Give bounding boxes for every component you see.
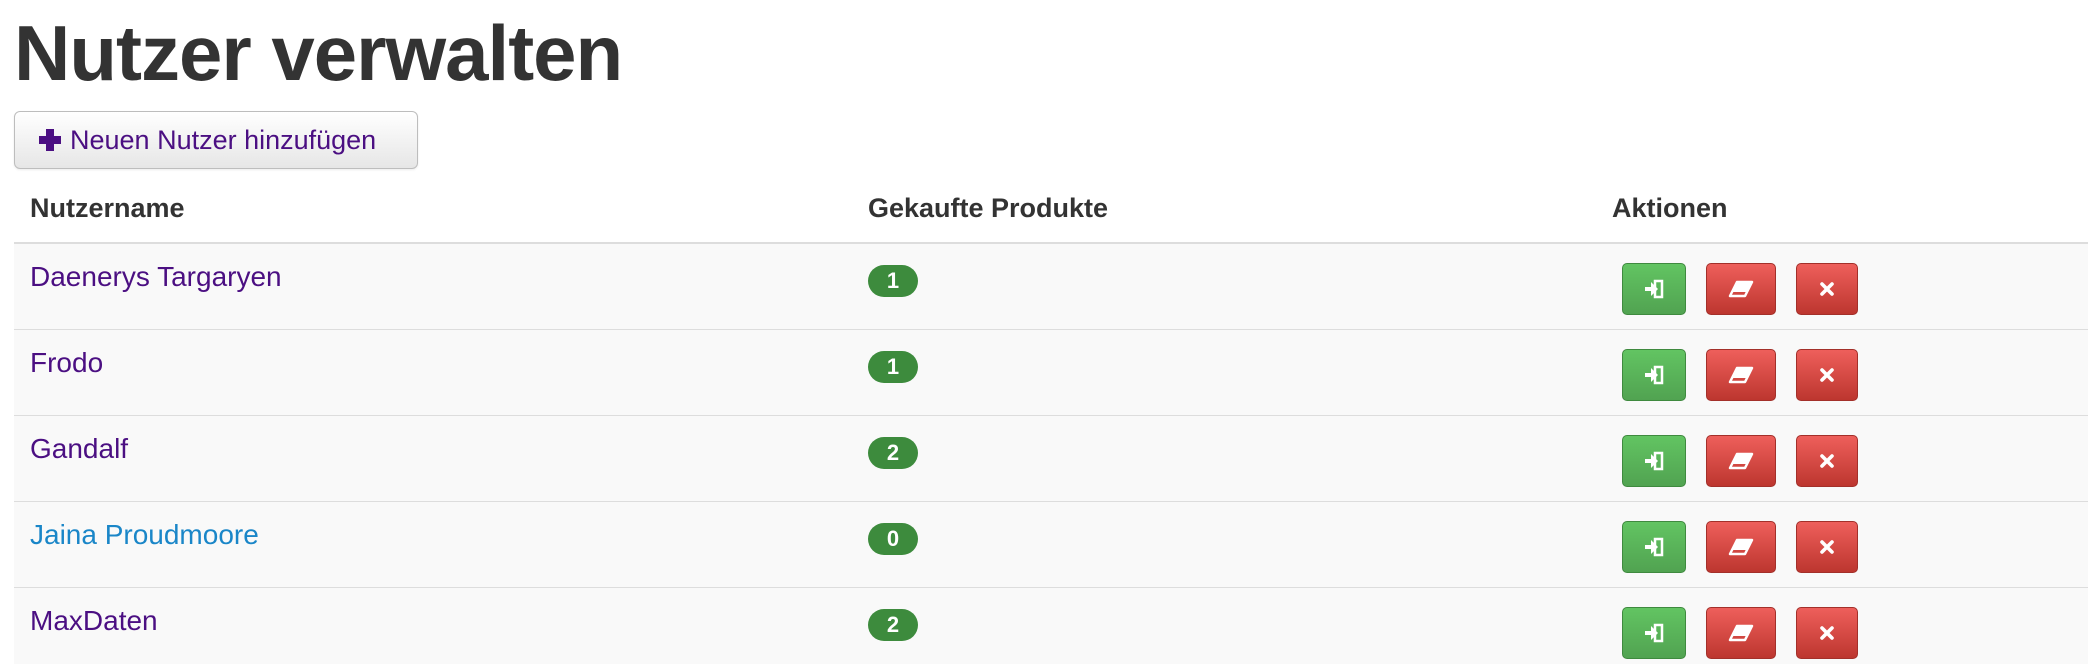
products-count-badge: 2 (868, 437, 918, 469)
close-icon (1820, 626, 1834, 640)
delete-user-button[interactable] (1796, 349, 1858, 401)
reset-user-button[interactable] (1706, 607, 1776, 659)
user-name-link[interactable]: MaxDaten (30, 604, 158, 638)
add-user-button[interactable]: Neuen Nutzer hinzufügen (14, 111, 418, 169)
login-as-user-button[interactable] (1622, 263, 1686, 315)
table-header: Nutzername Gekaufte Produkte Aktionen (14, 180, 2088, 244)
close-icon (1820, 368, 1834, 382)
eraser-icon (1728, 624, 1754, 642)
delete-user-button[interactable] (1796, 263, 1858, 315)
table-row: Gandalf 2 (14, 416, 2088, 502)
reset-user-button[interactable] (1706, 521, 1776, 573)
table-row: Jaina Proudmoore 0 (14, 502, 2088, 588)
column-header-products: Gekaufte Produkte (868, 193, 1109, 223)
user-management-page: Nutzer verwalten Neuen Nutzer hinzufügen… (0, 0, 2088, 664)
column-header-actions: Aktionen (1612, 193, 1728, 223)
delete-user-button[interactable] (1796, 607, 1858, 659)
delete-user-button[interactable] (1796, 435, 1858, 487)
login-icon (1645, 537, 1664, 557)
products-count-badge: 0 (868, 523, 918, 555)
login-as-user-button[interactable] (1622, 521, 1686, 573)
user-name-link[interactable]: Gandalf (30, 432, 128, 466)
table-row: Daenerys Targaryen 1 (14, 244, 2088, 330)
page-title: Nutzer verwalten (14, 9, 623, 97)
plus-icon (39, 129, 61, 151)
user-name-link[interactable]: Daenerys Targaryen (30, 260, 282, 294)
login-icon (1645, 623, 1664, 643)
eraser-icon (1728, 538, 1754, 556)
close-icon (1820, 282, 1834, 296)
reset-user-button[interactable] (1706, 263, 1776, 315)
login-icon (1645, 365, 1664, 385)
close-icon (1820, 454, 1834, 468)
login-as-user-button[interactable] (1622, 607, 1686, 659)
reset-user-button[interactable] (1706, 435, 1776, 487)
eraser-icon (1728, 280, 1754, 298)
products-count-badge: 2 (868, 609, 918, 641)
user-name-link[interactable]: Frodo (30, 346, 103, 380)
column-header-username: Nutzername (30, 193, 185, 223)
delete-user-button[interactable] (1796, 521, 1858, 573)
table-row: Frodo 1 (14, 330, 2088, 416)
login-icon (1645, 279, 1664, 299)
products-count-badge: 1 (868, 265, 918, 297)
add-user-button-label: Neuen Nutzer hinzufügen (70, 124, 377, 155)
eraser-icon (1728, 366, 1754, 384)
reset-user-button[interactable] (1706, 349, 1776, 401)
login-as-user-button[interactable] (1622, 349, 1686, 401)
login-icon (1645, 451, 1664, 471)
products-count-badge: 1 (868, 351, 918, 383)
table-row: MaxDaten 2 (14, 588, 2088, 664)
login-as-user-button[interactable] (1622, 435, 1686, 487)
eraser-icon (1728, 452, 1754, 470)
user-name-link[interactable]: Jaina Proudmoore (30, 518, 259, 552)
close-icon (1820, 540, 1834, 554)
users-table: Nutzername Gekaufte Produkte Aktionen Da… (14, 180, 2088, 664)
